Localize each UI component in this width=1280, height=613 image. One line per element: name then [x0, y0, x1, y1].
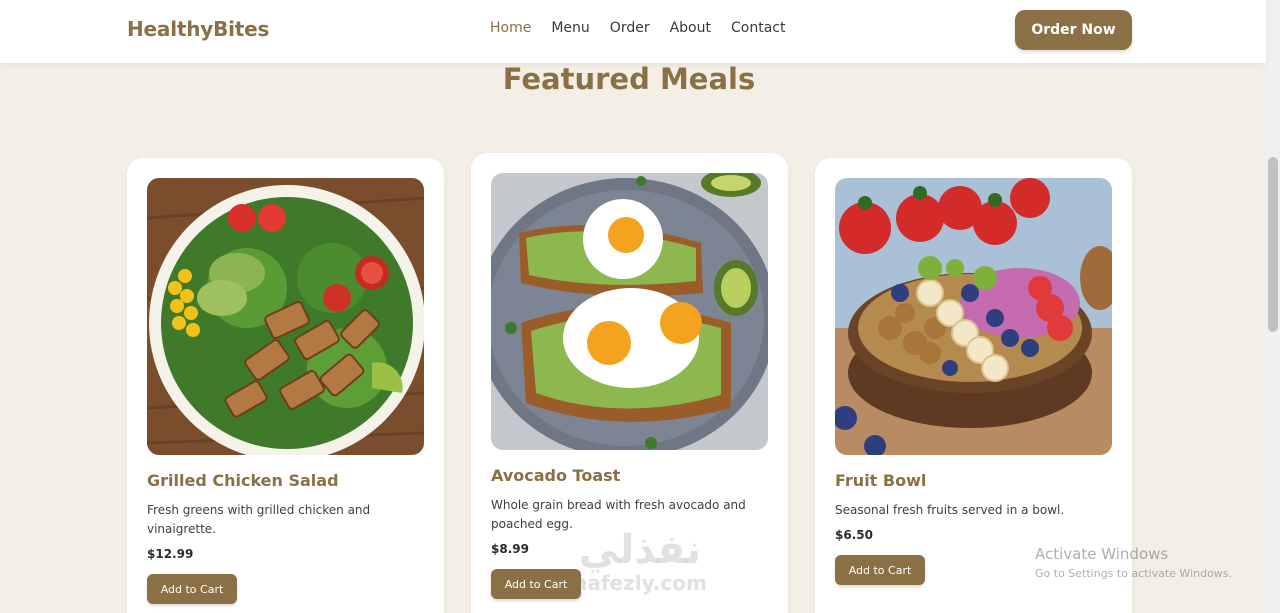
watermark-latin-text: nafezly.com: [573, 571, 707, 595]
grilled-chicken-salad-image: [147, 178, 424, 455]
meal-card-grilled-chicken-salad: Grilled Chicken Salad Fresh greens with …: [127, 158, 444, 613]
watermark-arabic-text: نفذلي: [578, 527, 702, 573]
meal-price: $8.99: [491, 542, 529, 556]
nav-home[interactable]: Home: [490, 20, 531, 36]
meal-title: Avocado Toast: [491, 466, 621, 485]
site-watermark: نفذلي nafezly.com: [560, 528, 720, 594]
nav-menu[interactable]: Menu: [551, 20, 589, 36]
scrollbar-thumb[interactable]: [1268, 157, 1278, 332]
activate-windows-subtitle: Go to Settings to activate Windows.: [1035, 567, 1233, 580]
meal-description: Seasonal fresh fruits served in a bowl.: [835, 503, 1065, 517]
meal-title: Fruit Bowl: [835, 471, 927, 490]
avocado-toast-image: [491, 173, 768, 450]
meal-price: $6.50: [835, 528, 873, 542]
top-navbar: HealthyBites Home Menu Order About Conta…: [0, 0, 1266, 63]
nav-order[interactable]: Order: [610, 20, 650, 36]
nav-contact[interactable]: Contact: [731, 20, 785, 36]
add-to-cart-button[interactable]: Add to Cart: [835, 555, 925, 585]
nav-links: Home Menu Order About Contact: [490, 20, 785, 36]
activate-windows-title: Activate Windows: [1035, 545, 1169, 563]
section-title: Featured Meals: [502, 62, 756, 96]
windows-activation-watermark: Activate Windows Go to Settings to activ…: [1035, 545, 1232, 580]
meal-description: Fresh greens with grilled chicken and vi…: [147, 503, 371, 536]
order-now-button[interactable]: Order Now: [1015, 10, 1132, 50]
meal-title: Grilled Chicken Salad: [147, 471, 339, 490]
meal-price: $12.99: [147, 547, 194, 561]
page-scrollbar[interactable]: [1266, 0, 1280, 613]
site-logo[interactable]: HealthyBites: [127, 17, 269, 41]
nav-about[interactable]: About: [670, 20, 711, 36]
fruit-bowl-image: [835, 178, 1112, 455]
add-to-cart-button[interactable]: Add to Cart: [147, 574, 237, 604]
